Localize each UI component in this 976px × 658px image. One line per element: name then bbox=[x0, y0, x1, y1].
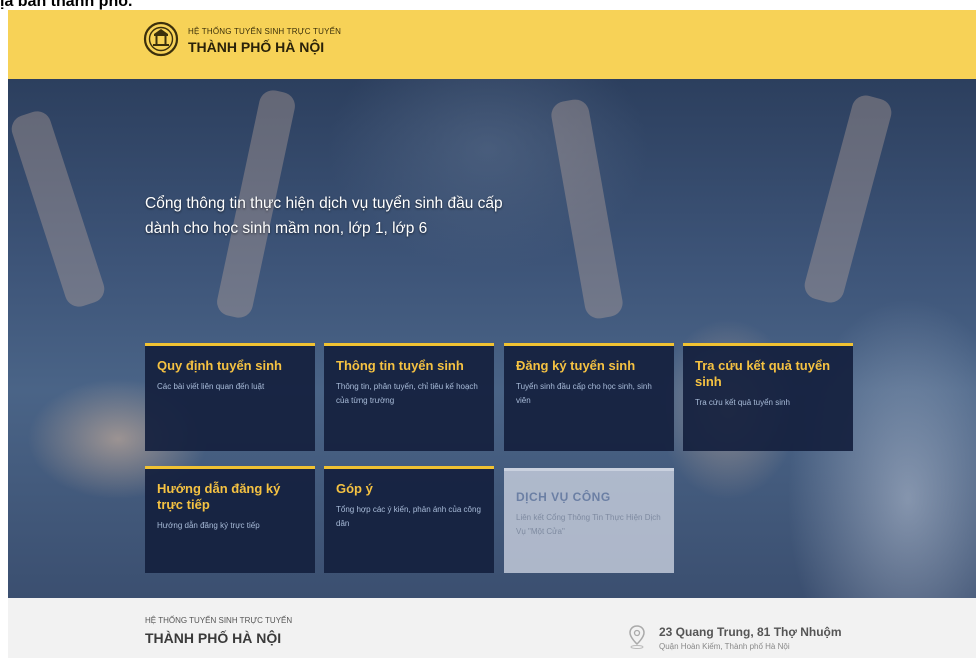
tile-title: Thông tin tuyển sinh bbox=[336, 358, 464, 373]
tile-desc: Tra cứu kết quả tuyển sinh bbox=[695, 398, 790, 407]
page-frame: HỆ THỐNG TUYỂN SINH TRỰC TUYẾN THÀNH PHỐ… bbox=[8, 10, 976, 658]
tile-title: Góp ý bbox=[336, 481, 373, 496]
location-pin-icon bbox=[629, 625, 645, 649]
hero-title: Cổng thông tin thực hiện dịch vụ tuyển s… bbox=[145, 191, 585, 241]
footer: HỆ THỐNG TUYỂN SINH TRỰC TUYẾN THÀNH PHỐ… bbox=[8, 598, 976, 658]
footer-address: 23 Quang Trung, 81 Thợ Nhuộm bbox=[659, 625, 842, 639]
tile-desc: Tổng hợp các ý kiến, phản ánh của công d… bbox=[336, 505, 481, 528]
hanoi-emblem-icon[interactable] bbox=[143, 21, 179, 57]
tile-gop-y[interactable]: Góp ý Tổng hợp các ý kiến, phản ánh của … bbox=[324, 466, 494, 573]
tile-tra-cuu-ket-qua[interactable]: Tra cứu kết quả tuyển sinh Tra cứu kết q… bbox=[683, 343, 853, 451]
tile-huong-dan-dang-ky[interactable]: Hướng dẫn đăng ký trực tiếp Hướng dẫn đă… bbox=[145, 466, 315, 573]
tile-dich-vu-cong[interactable]: DỊCH VỤ CÔNG Liên kết Cổng Thông Tin Thự… bbox=[504, 468, 674, 573]
hero-line-2: dành cho học sinh mầm non, lớp 1, lớp 6 bbox=[145, 220, 428, 237]
tile-title: Đăng ký tuyển sinh bbox=[516, 358, 636, 373]
tile-title: Quy định tuyển sinh bbox=[157, 358, 282, 373]
header-subtitle: HỆ THỐNG TUYỂN SINH TRỰC TUYẾN bbox=[188, 27, 342, 36]
tile-desc: Hướng dẫn đăng ký trực tiếp bbox=[157, 521, 260, 530]
hero-banner: Cổng thông tin thực hiện dịch vụ tuyển s… bbox=[8, 79, 976, 598]
footer-district: Quận Hoàn Kiếm, Thành phố Hà Nội bbox=[659, 642, 790, 651]
tile-title: Tra cứu kết quả tuyển sinh bbox=[695, 358, 831, 389]
hero-decor bbox=[801, 92, 895, 306]
top-header: HỆ THỐNG TUYỂN SINH TRỰC TUYẾN THÀNH PHỐ… bbox=[8, 10, 976, 79]
tile-thong-tin-tuyen-sinh[interactable]: Thông tin tuyển sinh Thông tin, phân tuy… bbox=[324, 343, 494, 451]
tile-desc: Liên kết Cổng Thông Tin Thực Hiện Dịch V… bbox=[516, 513, 661, 536]
tile-quy-dinh-tuyen-sinh[interactable]: Quy định tuyển sinh Các bài viết liên qu… bbox=[145, 343, 315, 451]
hero-decor bbox=[8, 107, 108, 311]
tile-title: DỊCH VỤ CÔNG bbox=[516, 490, 611, 504]
footer-title: THÀNH PHỐ HÀ NỘI bbox=[145, 630, 282, 646]
footer-subtitle: HỆ THỐNG TUYỂN SINH TRỰC TUYẾN bbox=[145, 616, 293, 625]
header-title[interactable]: THÀNH PHỐ HÀ NỘI bbox=[188, 39, 324, 55]
tile-dang-ky-tuyen-sinh[interactable]: Đăng ký tuyển sinh Tuyển sinh đầu cấp ch… bbox=[504, 343, 674, 451]
tile-desc: Thông tin, phân tuyến, chỉ tiêu kế hoạch… bbox=[336, 382, 478, 405]
tile-title: Hướng dẫn đăng ký trực tiếp bbox=[157, 481, 281, 512]
hero-line-1: Cổng thông tin thực hiện dịch vụ tuyển s… bbox=[145, 195, 503, 212]
tile-desc: Các bài viết liên quan đến luật bbox=[157, 382, 265, 391]
tile-desc: Tuyển sinh đầu cấp cho học sinh, sinh vi… bbox=[516, 382, 652, 405]
